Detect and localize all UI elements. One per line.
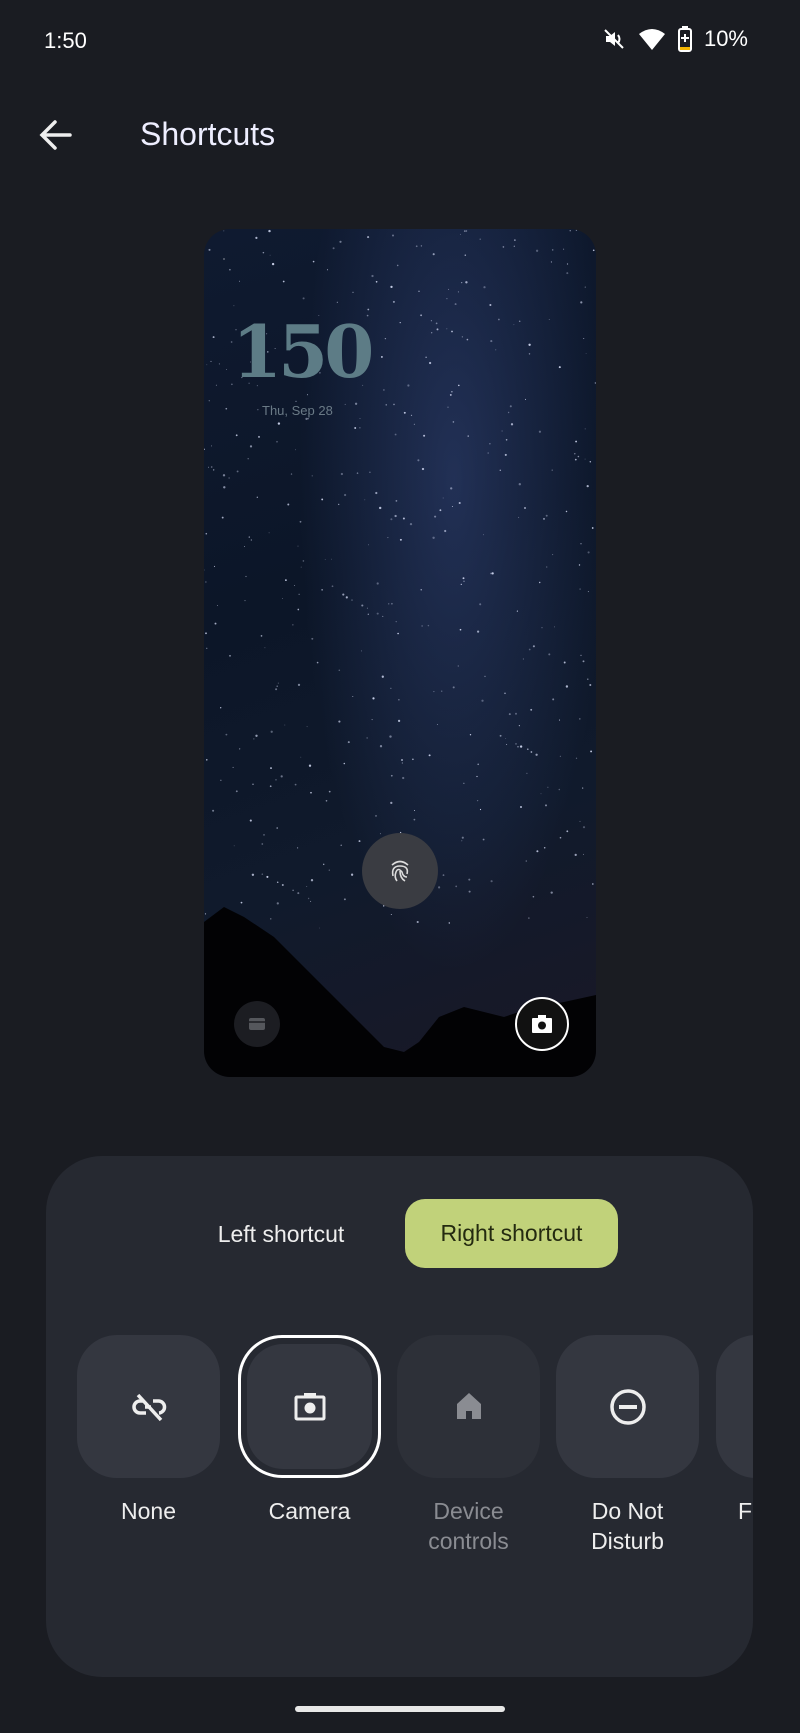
link-off-icon	[131, 1393, 166, 1421]
lockscreen-preview: 150 Thu, Sep 28	[204, 229, 596, 1077]
option-partial[interactable]	[716, 1335, 753, 1478]
lockscreen-date: Thu, Sep 28	[262, 403, 333, 418]
option-none[interactable]	[77, 1335, 220, 1478]
do-not-disturb-icon	[609, 1388, 646, 1425]
option-do-not-disturb-label: Do Not Disturb	[591, 1498, 664, 1554]
tab-right-shortcut[interactable]: Right shortcut	[405, 1199, 618, 1268]
option-partial-label: Fl	[738, 1498, 753, 1524]
battery-percent: 10%	[703, 26, 748, 51]
wallet-icon	[234, 1001, 280, 1047]
camera-icon	[515, 997, 569, 1051]
page-title: Shortcuts	[140, 116, 276, 152]
option-none-label: None	[121, 1498, 176, 1524]
status-time: 1:50	[44, 28, 87, 53]
lockscreen-clock: 150	[232, 309, 374, 394]
camera-icon	[294, 1392, 325, 1420]
option-do-not-disturb[interactable]	[556, 1335, 699, 1478]
option-device-controls[interactable]	[397, 1335, 540, 1478]
shortcut-picker-sheet: Left shortcut Right shortcut None Camera…	[46, 1156, 753, 1677]
fingerprint-icon	[362, 833, 438, 909]
option-camera-label: Camera	[268, 1498, 351, 1524]
option-camera[interactable]	[238, 1335, 381, 1478]
status-icons: 10%	[602, 26, 748, 52]
arrow-back-icon[interactable]	[36, 115, 76, 155]
option-device-controls-label: Device controls	[428, 1498, 509, 1554]
mute-icon	[604, 29, 624, 49]
tab-left-shortcut[interactable]: Left shortcut	[206, 1214, 356, 1254]
battery-charging-icon	[677, 26, 692, 52]
home-icon	[456, 1392, 481, 1419]
wifi-icon	[638, 29, 665, 50]
gesture-nav-bar[interactable]	[295, 1706, 505, 1712]
